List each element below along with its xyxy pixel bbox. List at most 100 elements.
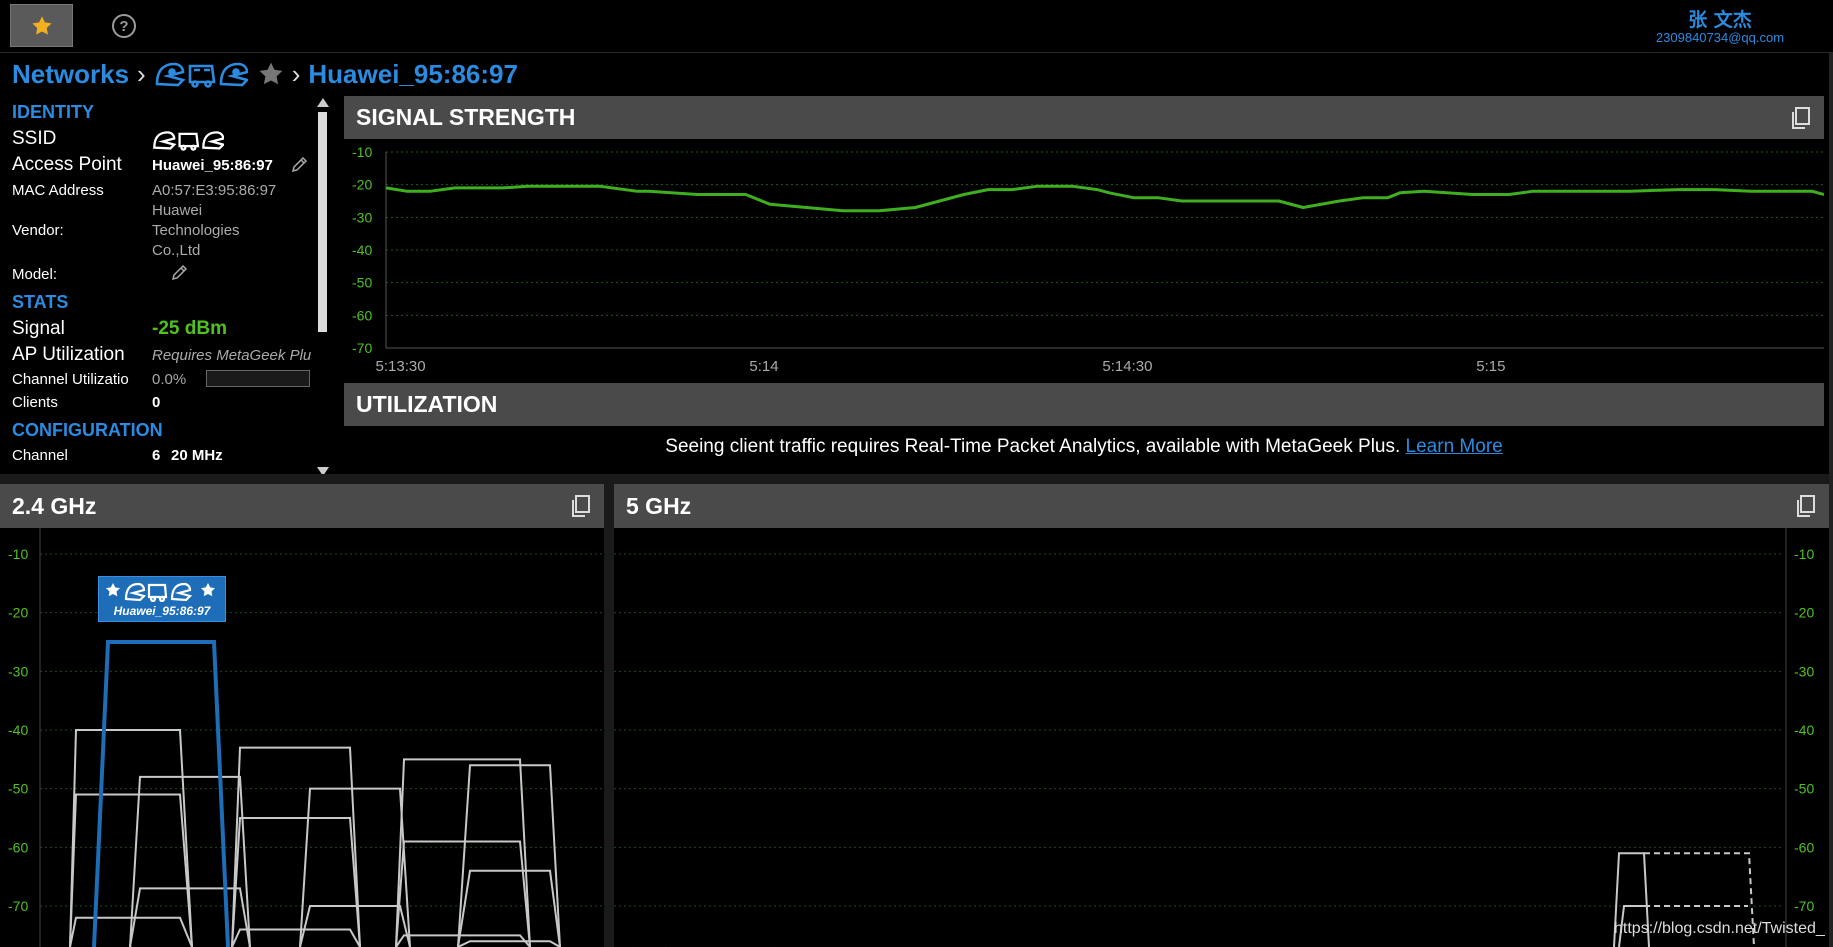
utilization-message: Seeing client traffic requires Real-Time… — [344, 436, 1824, 458]
network-trace — [231, 928, 361, 947]
signal-label: Signal — [12, 318, 65, 339]
vendor-line: Co.,Ltd — [152, 242, 201, 259]
y-tick-label: -50 — [8, 781, 28, 797]
network-trace — [457, 940, 561, 947]
y-tick-label: -70 — [352, 340, 372, 356]
watermark: https://blog.csdn.net/Twisted_ — [1614, 920, 1825, 937]
breadcrumb-networks-link[interactable]: Networks — [12, 59, 129, 90]
channel-utilization-label: Channel Utilizatio — [12, 371, 129, 388]
utilization-header: UTILIZATION — [344, 383, 1824, 426]
band-5-chart: -10-20-30-40-50-60-70-80 — [614, 528, 1814, 947]
window-edge — [1829, 53, 1833, 947]
x-tick-label: 5:13:30 — [376, 358, 426, 375]
y-tick-label: -70 — [1794, 898, 1814, 914]
signal-strength-title: SIGNAL STRENGTH — [356, 104, 576, 130]
band-24-header: 2.4 GHz — [0, 484, 604, 528]
y-tick-label: -30 — [352, 209, 372, 225]
star-icon[interactable] — [258, 61, 284, 87]
breadcrumb-current: Huawei_95:86:97 — [308, 58, 518, 89]
scroll-up-icon[interactable] — [317, 98, 329, 107]
model-label: Model: — [12, 266, 58, 283]
y-tick-label: -30 — [8, 663, 28, 679]
channel-value: 6 — [152, 447, 161, 464]
favorites-star-button[interactable] — [10, 4, 73, 47]
utilization-message-text: Seeing client traffic requires Real-Time… — [665, 436, 1406, 457]
pencil-icon[interactable] — [170, 264, 188, 282]
scroll-thumb[interactable] — [318, 112, 327, 332]
chevron-right-icon: › — [137, 58, 146, 89]
y-tick-label: -60 — [352, 307, 372, 323]
selected-ap-label[interactable]: Huawei_95:86:97 — [98, 576, 226, 622]
ssid-glyph-icon — [106, 582, 215, 602]
pencil-icon[interactable] — [290, 156, 308, 174]
ssid-glyph-icon — [152, 129, 226, 155]
channel-label: Channel — [12, 447, 68, 464]
ap-utilization-value: Requires MetaGeek Plu — [152, 347, 312, 364]
chevron-right-icon: › — [291, 58, 301, 89]
network-trace — [299, 787, 411, 947]
y-tick-label: -10 — [1794, 546, 1814, 562]
y-tick-label: -60 — [8, 839, 28, 855]
y-tick-label: -10 — [352, 144, 372, 160]
utilization-title: UTILIZATION — [356, 391, 498, 417]
user-name: 张 文杰 — [1688, 9, 1752, 31]
x-tick-label: 5:14 — [749, 358, 778, 375]
band-24-title: 2.4 GHz — [12, 492, 97, 519]
x-tick-label: 5:15 — [1476, 358, 1505, 375]
stats-heading: STATS — [12, 292, 69, 312]
y-tick-label: -30 — [1794, 663, 1814, 679]
panel-divider[interactable] — [604, 484, 614, 947]
copy-icon[interactable] — [1795, 494, 1817, 518]
y-tick-label: -40 — [352, 242, 372, 258]
y-tick-label: -40 — [1794, 722, 1814, 738]
channel-width-value: 20 MHz — [171, 447, 223, 464]
band-5-title: 5 GHz — [626, 492, 692, 519]
x-tick-label: 5:14:30 — [1102, 358, 1152, 375]
network-trace — [231, 817, 361, 947]
user-email: 2309840734@qq.com — [1655, 30, 1785, 45]
access-point-label: Access Point — [12, 154, 122, 175]
signal-strength-chart: -10 -20 -30 -40 -50 -60 -705:13:30 5:14 5:14:30 5… — [352, 144, 1824, 375]
vendor-label: Vendor: — [12, 222, 64, 239]
y-tick-label: -50 — [352, 275, 372, 291]
channel-utilization-bar — [206, 370, 310, 387]
ap-utilization-label: AP Utilization — [12, 344, 125, 365]
network-trace — [457, 764, 561, 947]
ssid-glyph-icon — [154, 60, 248, 88]
selected-ap-name: Huawei_95:86:97 — [113, 604, 211, 618]
mac-address-value: A0:57:E3:95:86:97 — [152, 182, 277, 199]
y-tick-label: -60 — [1794, 839, 1814, 855]
clients-label: Clients — [12, 394, 58, 411]
signal-value: -25 dBm — [152, 318, 227, 339]
panel-divider[interactable] — [0, 474, 1833, 484]
y-tick-label: -40 — [8, 722, 28, 738]
y-tick-label: -20 — [1794, 605, 1814, 621]
signal-strength-header: SIGNAL STRENGTH — [344, 96, 1824, 139]
breadcrumb: Networks › › Huawei_95:86:97 — [12, 58, 518, 90]
y-tick-label: -70 — [8, 898, 28, 914]
top-bar: ? 张 文杰 2309840734@qq.com — [0, 0, 1833, 53]
mac-address-label: MAC Address — [12, 182, 104, 199]
learn-more-link[interactable]: Learn More — [1406, 436, 1503, 457]
channel-utilization-value: 0.0% — [152, 371, 187, 388]
access-point-value: Huawei_95:86:97 — [152, 157, 273, 174]
details-scrollbar[interactable] — [317, 98, 329, 476]
clients-value: 0 — [152, 394, 161, 411]
ssid-label: SSID — [12, 128, 57, 149]
vendor-line: Technologies — [152, 222, 240, 239]
y-tick-label: -10 — [8, 546, 28, 562]
y-tick-label: -50 — [1794, 781, 1814, 797]
signal-series-line — [385, 184, 1824, 213]
copy-icon[interactable] — [1790, 106, 1812, 130]
band-5-header: 5 GHz — [614, 484, 1829, 528]
y-tick-label: -20 — [352, 177, 372, 193]
y-tick-label: -20 — [8, 605, 28, 621]
configuration-heading: CONFIGURATION — [12, 420, 163, 440]
help-icon[interactable]: ? — [112, 14, 136, 38]
band-24-chart: -10-20-30-40-50-60-70-80 — [8, 528, 604, 947]
identity-heading: IDENTITY — [12, 102, 95, 122]
star-icon — [31, 15, 52, 35]
network-trace — [299, 905, 411, 947]
vendor-line: Huawei — [152, 202, 203, 219]
copy-icon[interactable] — [570, 494, 592, 518]
